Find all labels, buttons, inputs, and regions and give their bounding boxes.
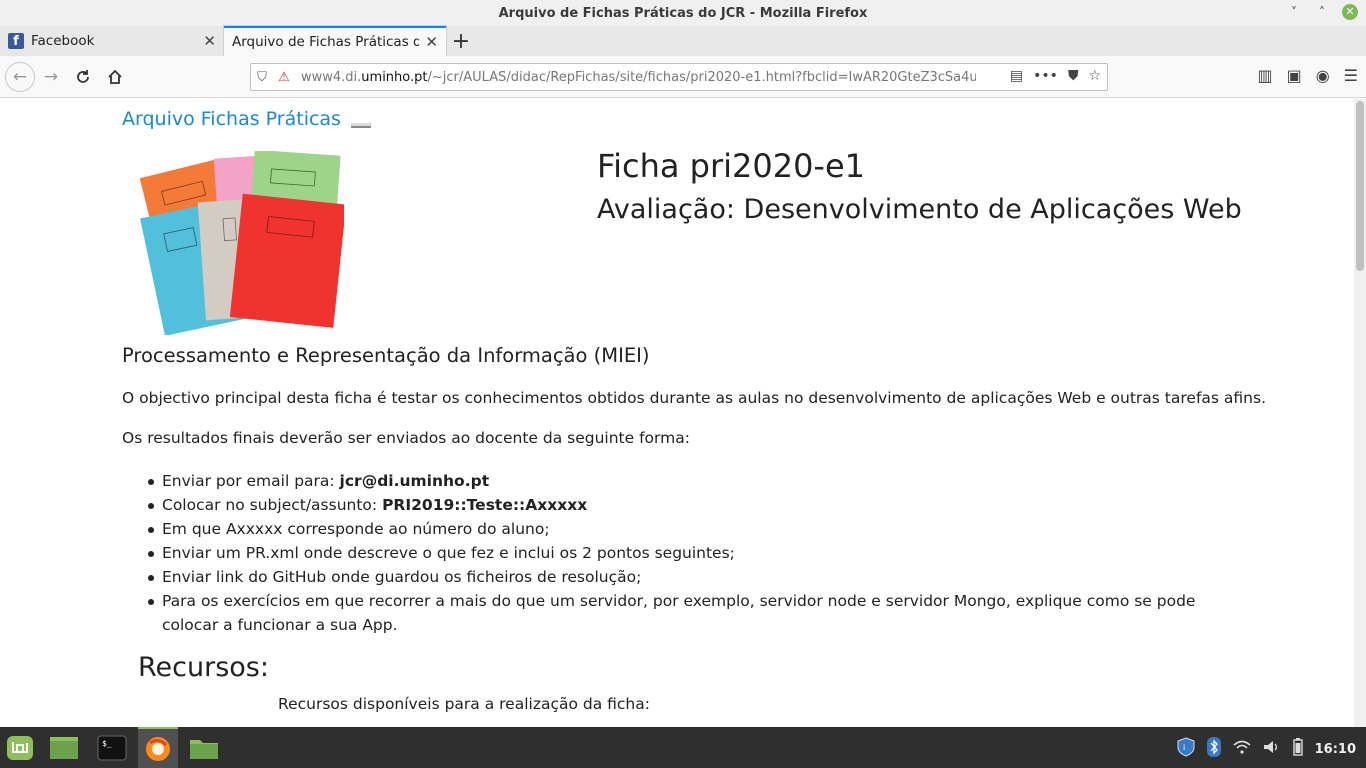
list-item: Colocar no subject/assunto: PRI2019::Tes… [148, 493, 1202, 517]
back-button[interactable]: ← [5, 61, 35, 92]
list-item: Enviar por email para: jcr@di.uminho.pt [148, 469, 1202, 493]
svg-text:i: i [1183, 743, 1185, 752]
menu-icon[interactable]: ☰ [1344, 66, 1358, 85]
scrollbar-thumb[interactable] [1356, 101, 1364, 271]
reload-button[interactable] [67, 61, 99, 93]
brand-link[interactable]: Arquivo Fichas Práticas [122, 108, 341, 130]
maximize-button[interactable]: ˄ [1314, 5, 1330, 19]
list-item: Enviar um PR.xml onde descreve o que fez… [148, 541, 1202, 565]
forward-button[interactable]: → [35, 61, 67, 93]
tab-bar: f Facebook ✕ Arquivo de Fichas Práticas … [0, 26, 1366, 56]
url-actions: ▤ ••• ⛊ ☆ [1010, 68, 1101, 84]
page-actions-icon[interactable]: ••• [1033, 68, 1058, 84]
page-title: Ficha pri2020-e1 [597, 147, 866, 185]
minimize-button[interactable]: ˅ [1286, 5, 1302, 19]
mint-logo-icon [7, 735, 33, 760]
list-item: Enviar link do GitHub onde guardou os fi… [148, 565, 1202, 589]
sidebar-icon[interactable]: ▣ [1287, 66, 1302, 85]
library-icon[interactable]: ▥ [1257, 66, 1272, 85]
instructions-list: Enviar por email para: jcr@di.uminho.pt … [148, 469, 1202, 637]
wifi-icon[interactable] [1233, 740, 1251, 758]
delivery-paragraph: Os resultados finais deverão ser enviado… [122, 429, 690, 447]
navigation-toolbar: ← → ⛉ ⚠ www4.di.uminho.pt/~jcr/AULAS/did… [0, 56, 1366, 98]
reload-icon [77, 69, 89, 83]
tab-facebook[interactable]: f Facebook ✕ [0, 26, 224, 56]
files-button[interactable] [184, 727, 224, 768]
page-content: Arquivo Fichas Práticas Ficha pri2020-e1… [0, 99, 1354, 727]
close-window-button[interactable]: ✕ [1342, 4, 1358, 20]
page-scrollbar[interactable] [1354, 99, 1366, 727]
svg-text:$_: $_ [102, 739, 112, 748]
window-titlebar: Arquivo de Fichas Práticas do JCR - Mozi… [0, 0, 1366, 26]
bluetooth-icon[interactable] [1206, 737, 1221, 761]
facebook-icon: f [8, 33, 24, 49]
terminal-icon: $_ [97, 735, 127, 760]
list-item: Em que Axxxxx corresponde ao número do a… [148, 517, 1202, 541]
folder-icon [190, 739, 218, 759]
home-icon [108, 69, 122, 84]
account-icon[interactable]: ◉ [1316, 66, 1330, 85]
tab-label: Arquivo de Fichas Práticas do J [232, 34, 420, 50]
tab-arquivo[interactable]: Arquivo de Fichas Práticas do J ✕ [224, 26, 446, 56]
update-shield-icon[interactable]: i [1177, 737, 1195, 761]
start-menu-button[interactable] [0, 727, 40, 768]
url-bar[interactable]: ⛉ ⚠ www4.di.uminho.pt/~jcr/AULAS/didac/R… [250, 63, 1108, 91]
taskbar: $_ i 16:10 [0, 727, 1366, 768]
window-controls: ˅ ˄ ✕ [1286, 4, 1358, 20]
terminal-button[interactable]: $_ [92, 727, 132, 768]
close-tab-icon[interactable]: ✕ [203, 32, 216, 50]
firefox-icon [146, 736, 170, 761]
close-tab-icon[interactable]: ✕ [425, 33, 438, 51]
shield-icon[interactable]: ⛉ [251, 70, 273, 85]
folders-image [140, 151, 344, 335]
desktop-icon [50, 736, 78, 759]
course-heading: Processamento e Representação da Informa… [122, 344, 650, 367]
list-item: Para os exercícios em que recorrer a mai… [148, 589, 1202, 637]
page-subtitle: Avaliação: Desenvolvimento de Aplicações… [597, 194, 1242, 225]
resources-heading: Recursos: [138, 652, 269, 683]
home-button[interactable] [99, 61, 131, 93]
toolbar-right: ▥ ▣ ◉ ☰ [1257, 66, 1358, 85]
volume-icon[interactable] [1263, 740, 1281, 758]
pocket-icon[interactable]: ⛊ [1068, 68, 1079, 84]
url-text[interactable]: www4.di.uminho.pt/~jcr/AULAS/didac/RepFi… [301, 70, 976, 85]
reader-view-icon[interactable]: ▤ [1010, 68, 1023, 84]
window-title: Arquivo de Fichas Práticas do JCR - Mozi… [498, 5, 868, 21]
bookmark-star-icon[interactable]: ☆ [1088, 68, 1101, 84]
resources-paragraph: Recursos disponíveis para a realização d… [278, 695, 650, 713]
insecure-connection-icon[interactable]: ⚠ [273, 70, 295, 85]
tab-label: Facebook [31, 33, 95, 49]
firefox-taskbar-button[interactable] [138, 727, 178, 768]
new-tab-button[interactable]: + [446, 26, 476, 56]
show-desktop-button[interactable] [44, 727, 84, 768]
objective-paragraph: O objectivo principal desta ficha é test… [122, 389, 1266, 407]
navbar-toggle-button[interactable] [351, 123, 371, 128]
clock[interactable]: 16:10 [1315, 742, 1356, 757]
battery-icon[interactable] [1292, 738, 1303, 760]
system-tray: i 16:10 [1177, 737, 1356, 761]
